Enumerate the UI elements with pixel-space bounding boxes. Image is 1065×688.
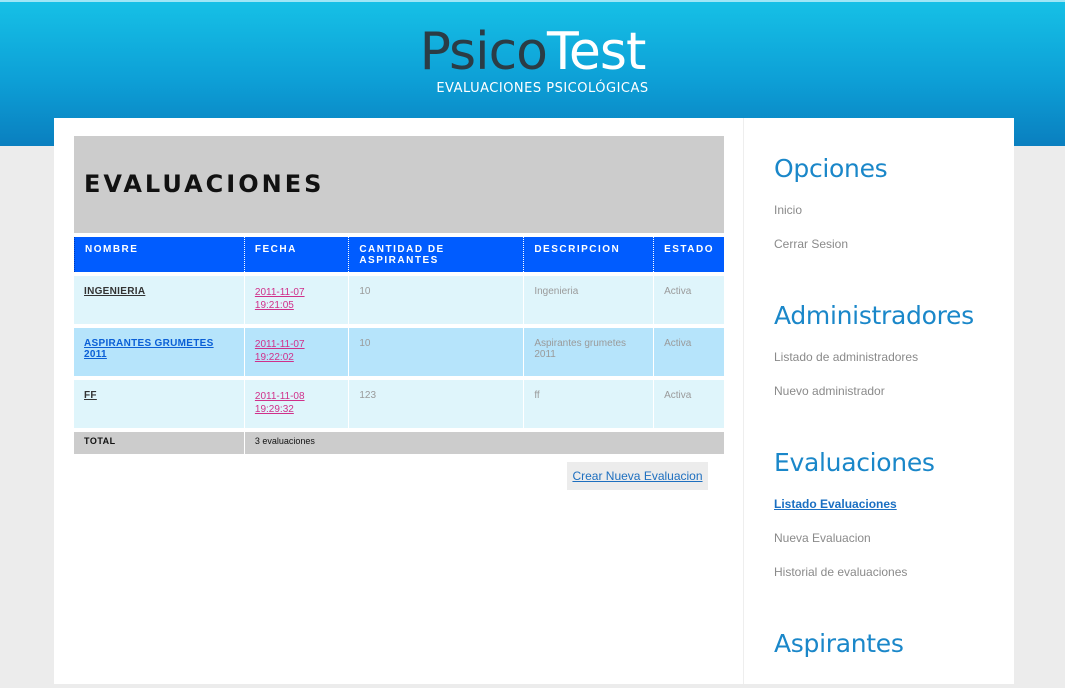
sidebar-item-listado-administradores[interactable]: Listado de administradores: [774, 350, 1004, 384]
evaluation-link[interactable]: FF: [84, 390, 97, 401]
total-value: 3 evaluaciones: [243, 428, 724, 454]
time-link[interactable]: 19:21:05: [255, 299, 338, 312]
sidebar-heading: Aspirantes: [774, 629, 904, 658]
cell-cantidad: 10: [348, 272, 524, 324]
column-header-fecha: FECHA: [243, 237, 349, 272]
date-link[interactable]: 2011-11-08: [255, 390, 338, 403]
sidebar-item-cerrar-sesion[interactable]: Cerrar Sesion: [774, 237, 1004, 271]
cell-nombre: INGENIERIA: [74, 272, 244, 324]
evaluation-link[interactable]: INGENIERIA: [84, 286, 145, 297]
cell-fecha: 2011-11-07 19:22:02: [243, 324, 349, 376]
time-link[interactable]: 19:29:32: [255, 403, 338, 416]
date-link[interactable]: 2011-11-07: [255, 338, 338, 351]
column-header-cantidad: CANTIDAD DE ASPIRANTES: [348, 237, 524, 272]
sidebar-heading: Administradores: [774, 301, 974, 330]
column-header-nombre: NOMBRE: [74, 237, 244, 272]
cell-fecha: 2011-11-08 19:29:32: [243, 376, 349, 428]
create-evaluation-button[interactable]: Crear Nueva Evaluacion: [567, 462, 708, 490]
sidebar-item-nueva-evaluacion[interactable]: Nueva Evaluacion: [774, 531, 1004, 565]
page-title-box: EVALUACIONES: [74, 136, 724, 233]
logo-part-psico: Psico: [419, 22, 548, 82]
sidebar-item-historial-evaluaciones[interactable]: Historial de evaluaciones: [774, 565, 1004, 599]
cell-cantidad: 123: [348, 376, 524, 428]
sidebar-item-listado-evaluaciones[interactable]: Listado Evaluaciones: [774, 497, 1004, 531]
cell-nombre: FF: [74, 376, 244, 428]
page-container: EVALUACIONES NOMBRE FECHA CANTIDAD DE AS…: [54, 118, 1014, 684]
sidebar-section-administradores: Administradores Listado de administrador…: [774, 301, 1004, 418]
site-logo[interactable]: PsicoTest: [0, 22, 1065, 82]
time-link[interactable]: 19:22:02: [255, 351, 338, 364]
create-evaluation-link[interactable]: Crear Nueva Evaluacion: [572, 469, 702, 483]
cell-descripcion: ff: [523, 376, 654, 428]
table-row: INGENIERIA 2011-11-07 19:21:05 10 Ingeni…: [74, 272, 724, 324]
table-row: FF 2011-11-08 19:29:32 123 ff Activa: [74, 376, 724, 428]
date-link[interactable]: 2011-11-07: [255, 286, 338, 299]
sidebar-section-evaluaciones: Evaluaciones Listado Evaluaciones Nueva …: [774, 448, 1004, 599]
sidebar-heading: Opciones: [774, 154, 888, 183]
cell-nombre: ASPIRANTES GRUMETES 2011: [74, 324, 244, 376]
evaluation-link[interactable]: ASPIRANTES GRUMETES 2011: [84, 338, 214, 360]
table-total-row: TOTAL 3 evaluaciones: [74, 428, 724, 454]
column-divider: [743, 118, 744, 684]
sidebar: Opciones Inicio Cerrar Sesion Administra…: [774, 154, 1004, 688]
page-title: EVALUACIONES: [84, 170, 325, 198]
cell-estado: Activa: [653, 324, 724, 376]
cell-estado: Activa: [653, 376, 724, 428]
site-tagline: EVALUACIONES PSICOLÓGICAS: [436, 81, 649, 96]
cell-descripcion: Aspirantes grumetes 2011: [523, 324, 654, 376]
cell-descripcion: Ingenieria: [523, 272, 654, 324]
column-header-estado: ESTADO: [653, 237, 724, 272]
cell-estado: Activa: [653, 272, 724, 324]
sidebar-item-inicio[interactable]: Inicio: [774, 203, 1004, 237]
table-row: ASPIRANTES GRUMETES 2011 2011-11-07 19:2…: [74, 324, 724, 376]
table-header-row: NOMBRE FECHA CANTIDAD DE ASPIRANTES DESC…: [74, 237, 724, 272]
sidebar-section-opciones: Opciones Inicio Cerrar Sesion: [774, 154, 1004, 271]
cell-cantidad: 10: [348, 324, 524, 376]
sidebar-item-nuevo-administrador[interactable]: Nuevo administrador: [774, 384, 1004, 418]
total-label: TOTAL: [74, 428, 244, 454]
sidebar-section-aspirantes: Aspirantes: [774, 629, 1004, 658]
logo-part-test: Test: [546, 22, 646, 82]
column-header-descripcion: DESCRIPCION: [523, 237, 654, 272]
cell-fecha: 2011-11-07 19:21:05: [243, 272, 349, 324]
evaluations-table: NOMBRE FECHA CANTIDAD DE ASPIRANTES DESC…: [74, 237, 724, 454]
main-content: EVALUACIONES NOMBRE FECHA CANTIDAD DE AS…: [74, 136, 724, 490]
sidebar-heading: Evaluaciones: [774, 448, 935, 477]
